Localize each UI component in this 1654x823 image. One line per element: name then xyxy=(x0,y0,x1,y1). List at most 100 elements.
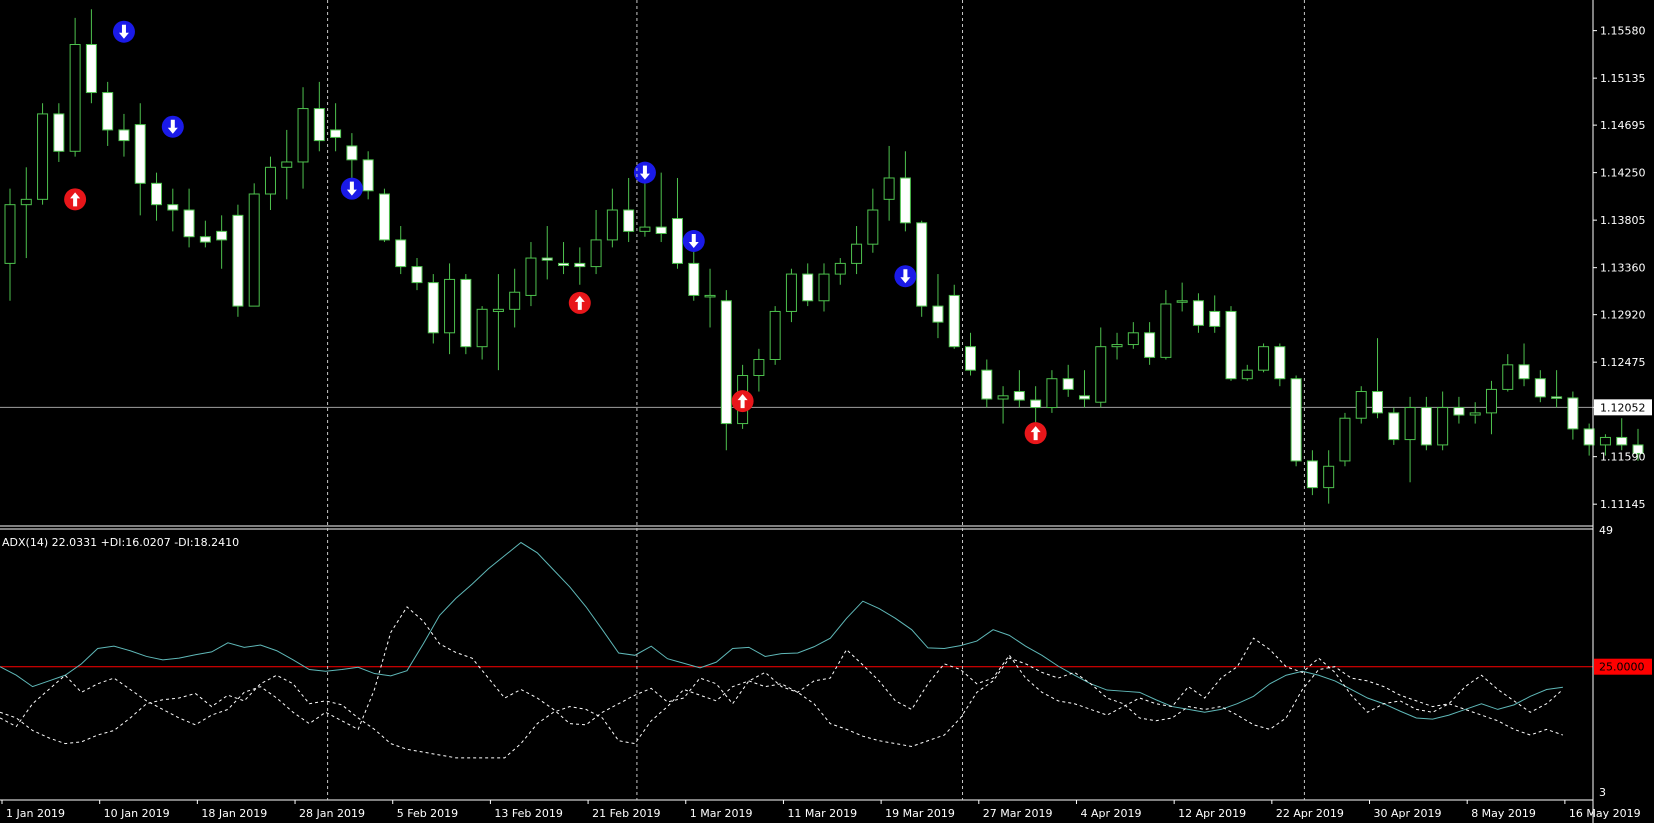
candle-body[interactable] xyxy=(1225,310,1237,380)
candle-body[interactable] xyxy=(997,395,1009,400)
candle-body[interactable] xyxy=(1176,300,1188,303)
candle-body[interactable] xyxy=(1078,395,1090,400)
candle-body[interactable] xyxy=(1095,346,1107,403)
candle-body[interactable] xyxy=(834,262,846,275)
candle-body[interactable] xyxy=(818,273,830,302)
candle-body[interactable] xyxy=(1323,465,1335,489)
candle-body[interactable] xyxy=(1518,364,1530,380)
candle-body[interactable] xyxy=(965,346,977,371)
sell-signal-arrow-icon[interactable] xyxy=(112,20,135,43)
candle-body[interactable] xyxy=(1192,300,1204,326)
chart-canvas[interactable]: ADX(14) 22.0331 +DI:16.0207 -DI:18.2410 … xyxy=(0,0,1654,823)
buy-signal-arrow-icon[interactable] xyxy=(731,390,754,413)
candle-body[interactable] xyxy=(264,166,276,195)
candle-body[interactable] xyxy=(346,145,358,161)
candle-body[interactable] xyxy=(248,193,260,307)
candle-body[interactable] xyxy=(330,129,342,138)
sell-signal-arrow-icon[interactable] xyxy=(161,115,184,138)
candle-body[interactable] xyxy=(1062,378,1074,390)
candle-body[interactable] xyxy=(1144,332,1156,358)
candle-body[interactable] xyxy=(639,226,651,232)
candle-body[interactable] xyxy=(460,278,472,348)
candle-body[interactable] xyxy=(916,222,928,307)
candle-body[interactable] xyxy=(362,159,374,192)
candle-body[interactable] xyxy=(118,129,130,142)
candle-body[interactable] xyxy=(1339,417,1351,462)
candle-body[interactable] xyxy=(20,198,32,206)
buy-signal-arrow-icon[interactable] xyxy=(64,188,87,211)
candle-body[interactable] xyxy=(883,177,895,200)
candle-body[interactable] xyxy=(720,300,732,425)
candle-body[interactable] xyxy=(867,209,879,245)
candle-body[interactable] xyxy=(509,291,521,310)
candle-body[interactable] xyxy=(199,236,211,243)
candle-body[interactable] xyxy=(606,209,618,241)
candle-body[interactable] xyxy=(1404,407,1416,441)
candle-body[interactable] xyxy=(281,161,293,168)
candle-body[interactable] xyxy=(444,278,456,334)
candle-body[interactable] xyxy=(167,204,179,211)
candle-body[interactable] xyxy=(1111,344,1123,348)
candle-body[interactable] xyxy=(525,257,537,296)
candle-body[interactable] xyxy=(753,358,765,377)
candle-body[interactable] xyxy=(1258,346,1270,371)
candle-body[interactable] xyxy=(1160,303,1172,358)
candle-body[interactable] xyxy=(313,108,325,142)
sell-signal-arrow-icon[interactable] xyxy=(682,229,705,252)
candle-body[interactable] xyxy=(1046,378,1058,409)
candle-body[interactable] xyxy=(151,182,163,206)
candle-body[interactable] xyxy=(688,262,700,296)
candle-body[interactable] xyxy=(1616,436,1628,446)
candle-body[interactable] xyxy=(1388,412,1400,441)
candle-body[interactable] xyxy=(851,243,863,264)
candle-body[interactable] xyxy=(671,218,683,264)
candle-body[interactable] xyxy=(476,308,488,348)
candle-body[interactable] xyxy=(395,239,407,268)
candle-body[interactable] xyxy=(558,262,570,267)
candle-body[interactable] xyxy=(53,113,65,152)
candle-body[interactable] xyxy=(37,113,49,200)
candle-body[interactable] xyxy=(541,257,553,261)
candle-body[interactable] xyxy=(1567,397,1579,430)
buy-signal-arrow-icon[interactable] xyxy=(1024,422,1047,445)
candle-body[interactable] xyxy=(932,305,944,323)
candle-body[interactable] xyxy=(785,273,797,312)
series-di-line[interactable] xyxy=(0,657,1564,759)
candle-body[interactable] xyxy=(981,369,993,400)
candle-body[interactable] xyxy=(69,44,81,152)
candle-body[interactable] xyxy=(1469,412,1481,416)
candle-body[interactable] xyxy=(899,177,911,224)
candle-body[interactable] xyxy=(427,282,439,334)
candle-body[interactable] xyxy=(769,310,781,360)
price-panel[interactable] xyxy=(0,9,1644,504)
candle-body[interactable] xyxy=(704,294,716,298)
candle-body[interactable] xyxy=(378,193,390,241)
candle-body[interactable] xyxy=(1013,391,1025,401)
candle-body[interactable] xyxy=(411,266,423,284)
candle-body[interactable] xyxy=(492,308,504,312)
candle-body[interactable] xyxy=(802,273,814,302)
candle-body[interactable] xyxy=(1355,391,1367,419)
candle-body[interactable] xyxy=(1534,378,1546,398)
candle-body[interactable] xyxy=(102,92,114,131)
candle-body[interactable] xyxy=(1551,396,1563,399)
candle-body[interactable] xyxy=(1599,436,1611,446)
candle-body[interactable] xyxy=(1030,399,1042,409)
candle-body[interactable] xyxy=(85,44,97,94)
candle-body[interactable] xyxy=(1437,407,1449,446)
candle-body[interactable] xyxy=(4,204,16,264)
candle-body[interactable] xyxy=(1127,332,1139,346)
candle-body[interactable] xyxy=(232,214,244,307)
candle-body[interactable] xyxy=(1502,364,1514,390)
candle-body[interactable] xyxy=(1290,378,1302,462)
candle-body[interactable] xyxy=(183,209,195,238)
candle-body[interactable] xyxy=(1209,310,1221,327)
candle-body[interactable] xyxy=(948,294,960,348)
series-adx-line[interactable] xyxy=(0,541,1563,720)
candle-body[interactable] xyxy=(1453,407,1465,416)
candle-body[interactable] xyxy=(655,226,667,235)
candle-body[interactable] xyxy=(1274,346,1286,380)
sell-signal-arrow-icon[interactable] xyxy=(894,265,917,288)
candle-body[interactable] xyxy=(1420,407,1432,446)
candle-body[interactable] xyxy=(1306,460,1318,489)
